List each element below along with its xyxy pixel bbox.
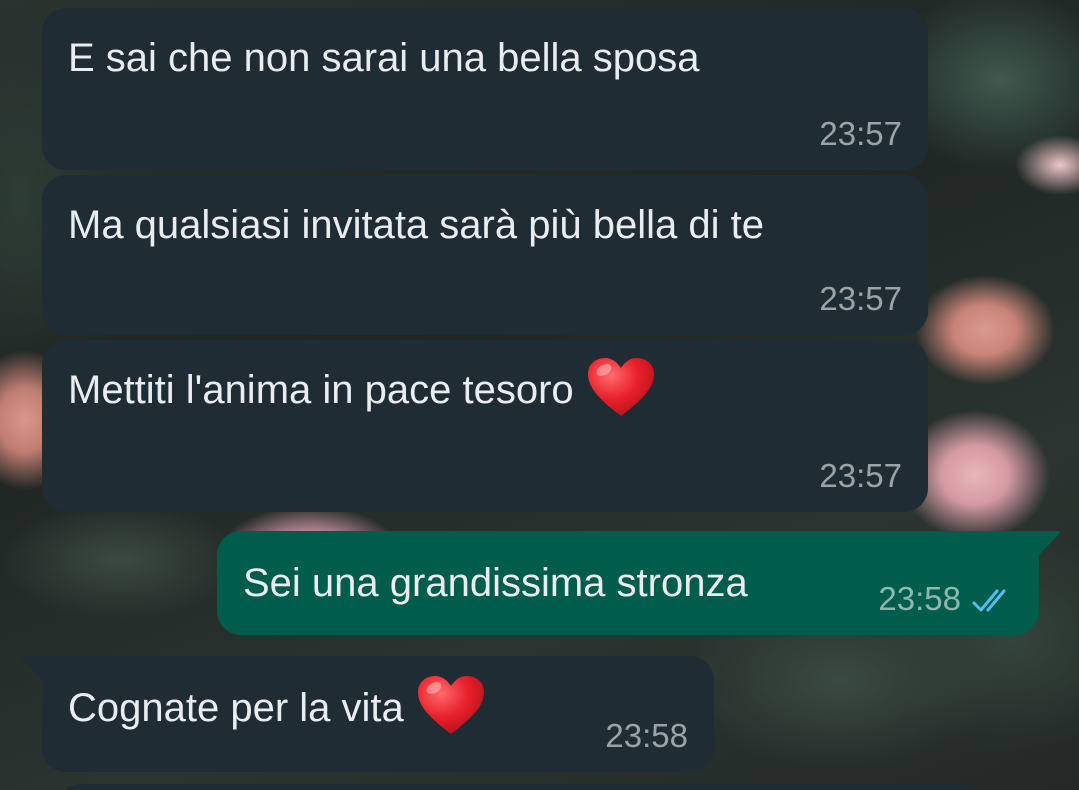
message-meta: 23:58 <box>878 579 1017 619</box>
message-timestamp: 23:57 <box>819 280 902 317</box>
message-bubble-outgoing[interactable]: Sei una grandissima stronza 23:58 <box>217 531 1039 635</box>
red-heart-icon <box>587 358 654 417</box>
double-check-icon <box>972 589 1006 612</box>
outgoing-bubble-tail <box>1037 531 1060 557</box>
message-timestamp: 23:57 <box>819 457 902 494</box>
message-text: Mettiti l'anima in pace tesoro <box>68 368 574 412</box>
chat-background: E sai che non sarai una bella sposa 23:5… <box>0 0 1079 790</box>
message-bubble-incoming[interactable]: Mettiti l'anima in pace tesoro 23:57 <box>42 340 928 512</box>
red-heart-icon <box>417 676 484 735</box>
message-bubble-incoming[interactable]: Ma qualsiasi invitata sarà più bella di … <box>42 175 928 335</box>
message-text-row: Cognate per la vita <box>68 676 688 736</box>
message-bubble-incoming[interactable]: E sai che non sarai una bella sposa 23:5… <box>42 8 928 170</box>
message-timestamp: 23:57 <box>819 115 902 152</box>
message-timestamp: 23:58 <box>878 580 961 617</box>
next-message-bubble-partial <box>60 784 980 790</box>
message-timestamp: 23:58 <box>605 717 688 754</box>
message-bubble-incoming[interactable]: Cognate per la vita 23:58 <box>42 656 714 772</box>
message-text-row: Mettiti l'anima in pace tesoro <box>68 358 902 418</box>
message-text: Cognate per la vita <box>68 686 404 730</box>
incoming-bubble-tail <box>21 656 44 682</box>
message-text: Ma qualsiasi invitata sarà più bella di … <box>68 203 764 247</box>
message-text: E sai che non sarai una bella sposa <box>68 36 700 80</box>
